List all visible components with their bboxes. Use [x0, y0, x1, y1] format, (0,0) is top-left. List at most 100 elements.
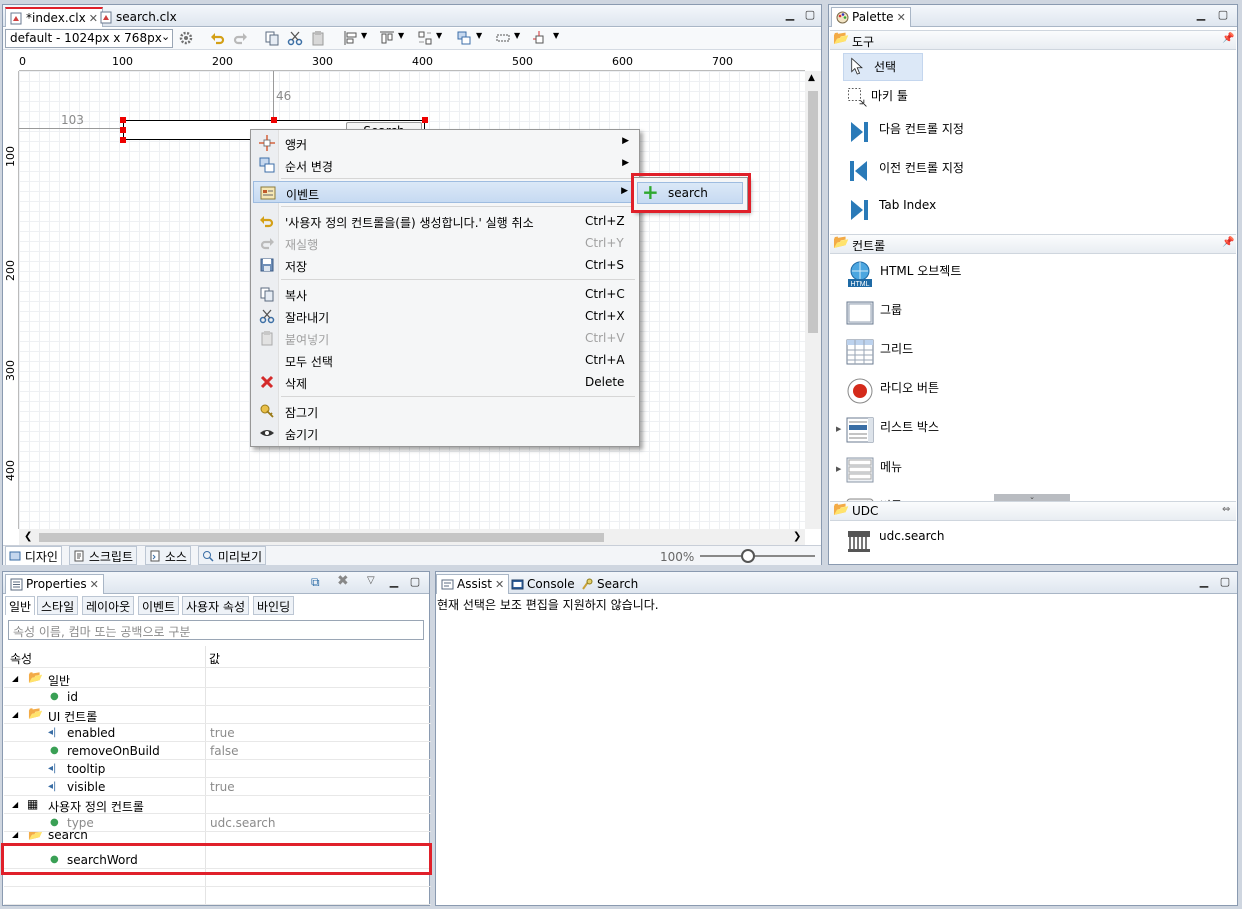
palette-section-tools[interactable]: 📂 도구 📌 [830, 30, 1236, 50]
palette-tool-tab-index[interactable]: Tab Index [845, 196, 1045, 226]
zoom-slider-thumb[interactable] [741, 549, 755, 563]
expand-icon[interactable]: ▶ [836, 465, 841, 473]
palette-section-udc[interactable]: 📂 UDC ⇔ [830, 501, 1236, 521]
table-row[interactable]: ● id [4, 688, 431, 706]
pin-icon[interactable]: 📌 [1222, 237, 1234, 248]
minimize-icon[interactable]: ▁ [1195, 9, 1207, 21]
pin-icon[interactable]: 📌 [1222, 33, 1234, 44]
palette-control-html-object[interactable]: HTML HTML 오브젝트 [846, 260, 1046, 290]
table-row[interactable]: ◂| tooltip [4, 760, 431, 778]
scroll-thumb[interactable] [39, 533, 604, 542]
align-left-icon[interactable] [343, 30, 359, 46]
menu-item-undo[interactable]: '사용자 정의 컨트롤을(를) 생성합니다.' 실행 취소 Ctrl+Z [253, 210, 637, 232]
dropdown-arrow-icon[interactable]: ▼ [361, 31, 367, 40]
close-icon[interactable]: ✕ [897, 11, 906, 24]
order-icon[interactable] [456, 30, 472, 46]
tab-script[interactable]: 스크립트 [69, 546, 137, 565]
expand-icon[interactable]: ◢ [12, 674, 18, 683]
align-top-icon[interactable] [379, 30, 395, 46]
collapse-icon[interactable]: ⇔ [1222, 504, 1230, 515]
palette-udc-search[interactable]: udc.search [845, 527, 1045, 557]
tab-index-clx[interactable]: *index.clx ✕ [5, 7, 103, 27]
close-icon[interactable]: ✕ [90, 578, 99, 591]
tab-source[interactable]: 소스 [145, 546, 191, 565]
grid-layout-icon[interactable] [495, 30, 511, 46]
undo-icon[interactable] [210, 30, 226, 46]
minimize-icon[interactable]: ▁ [388, 576, 400, 588]
tab-search-clx[interactable]: search.clx [95, 7, 182, 27]
table-row[interactable]: ● type udc.search [4, 814, 431, 832]
table-row[interactable]: ◢ ▦ 사용자 정의 컨트롤 [4, 796, 431, 814]
menu-item-change-order[interactable]: 순서 변경 ▶ [253, 154, 637, 176]
expand-icon[interactable]: ▶ [836, 425, 841, 433]
zoom-slider-track[interactable] [700, 555, 815, 557]
resolution-select[interactable]: default - 1024px x 768px ⌄ [5, 29, 173, 48]
anchor-icon[interactable] [532, 30, 548, 46]
selection-handle[interactable] [422, 117, 428, 123]
cut-icon[interactable] [287, 30, 303, 46]
prop-tab-binding[interactable]: 바인딩 [253, 596, 295, 615]
palette-control-group[interactable]: 그룹 [846, 299, 1046, 329]
menu-item-anchor[interactable]: 앵커 ▶ [253, 132, 637, 154]
palette-tool-marquee[interactable]: 마키 툴 [845, 85, 965, 113]
clear-icon[interactable]: ✖ [337, 573, 349, 589]
menu-item-delete[interactable]: 삭제 Delete [253, 371, 637, 393]
close-icon[interactable]: ✕ [495, 578, 504, 591]
table-row[interactable]: ◂| visible true [4, 778, 431, 796]
maximize-icon[interactable]: ▢ [1217, 9, 1229, 21]
new-window-icon[interactable]: ⧉ [311, 575, 320, 590]
palette-control-radio-button[interactable]: 라디오 버튼 [846, 377, 1046, 407]
paste-icon[interactable] [310, 30, 326, 46]
palette-tool-next-control[interactable]: 다음 컨트롤 지정 [845, 118, 1045, 148]
prop-tab-general[interactable]: 일반 [5, 596, 36, 615]
maximize-icon[interactable]: ▢ [1219, 576, 1231, 588]
distribute-icon[interactable] [417, 30, 433, 46]
palette-tool-prev-control[interactable]: 이전 컨트롤 지정 [845, 157, 1045, 187]
menu-item-select-all[interactable]: 모두 선택 Ctrl+A [253, 349, 637, 371]
property-value[interactable]: false [210, 744, 239, 758]
menu-item-cut[interactable]: 잘라내기 Ctrl+X [253, 305, 637, 327]
tab-assist[interactable]: Assist ✕ [436, 574, 510, 594]
minimize-icon[interactable]: ▁ [1198, 576, 1210, 588]
prop-tab-event[interactable]: 이벤트 [138, 596, 180, 615]
dropdown-arrow-icon[interactable]: ▼ [514, 31, 520, 40]
redo-icon[interactable] [232, 30, 248, 46]
menu-item-save[interactable]: 저장 Ctrl+S [253, 254, 637, 276]
tab-properties[interactable]: Properties ✕ [5, 574, 104, 594]
copy-icon[interactable] [264, 30, 280, 46]
selection-handle[interactable] [120, 117, 126, 123]
property-value[interactable]: true [210, 780, 235, 794]
tab-search[interactable]: Search [576, 574, 643, 594]
expand-icon[interactable]: ◢ [12, 832, 18, 839]
table-row[interactable]: ● removeOnBuild false [4, 742, 431, 760]
palette-control-grid[interactable]: 그리드 [846, 338, 1046, 368]
table-row[interactable]: ◂| enabled true [4, 724, 431, 742]
maximize-icon[interactable]: ▢ [409, 576, 421, 588]
vertical-scrollbar[interactable]: ▲ [805, 71, 821, 529]
palette-scroll-indicator[interactable]: ⌄ [994, 494, 1070, 501]
dropdown-arrow-icon[interactable]: ▼ [436, 31, 442, 40]
selection-handle[interactable] [271, 117, 277, 123]
table-row[interactable]: ◢ 📂 일반 [4, 670, 431, 688]
expand-icon[interactable]: ◢ [12, 800, 18, 809]
tab-design[interactable]: 디자인 [5, 546, 62, 565]
view-menu-icon[interactable]: ▽ [367, 575, 375, 586]
dropdown-arrow-icon[interactable]: ▼ [476, 31, 482, 40]
scroll-right-icon[interactable]: ❯ [793, 531, 801, 542]
menu-item-copy[interactable]: 복사 Ctrl+C [253, 283, 637, 305]
property-filter-input[interactable]: 속성 이름, 컴마 또는 공백으로 구분 [8, 620, 424, 640]
menu-item-event[interactable]: 이벤트 ▶ [253, 181, 637, 203]
prop-tab-layout[interactable]: 레이아웃 [82, 596, 135, 615]
table-row[interactable]: ◢ 📂 UI 컨트롤 [4, 706, 431, 724]
palette-tool-select[interactable]: 선택 [843, 53, 923, 81]
dropdown-arrow-icon[interactable]: ▼ [398, 31, 404, 40]
settings-icon[interactable] [178, 30, 194, 46]
selection-handle[interactable] [120, 127, 126, 133]
scroll-left-icon[interactable]: ❮ [24, 531, 32, 542]
maximize-icon[interactable]: ▢ [804, 9, 816, 21]
selection-handle[interactable] [120, 137, 126, 143]
tab-palette[interactable]: Palette ✕ [831, 7, 911, 27]
menu-item-hide[interactable]: 숨기기 [253, 422, 637, 444]
prop-tab-style[interactable]: 스타일 [37, 596, 79, 615]
tab-console[interactable]: Console [506, 574, 580, 594]
